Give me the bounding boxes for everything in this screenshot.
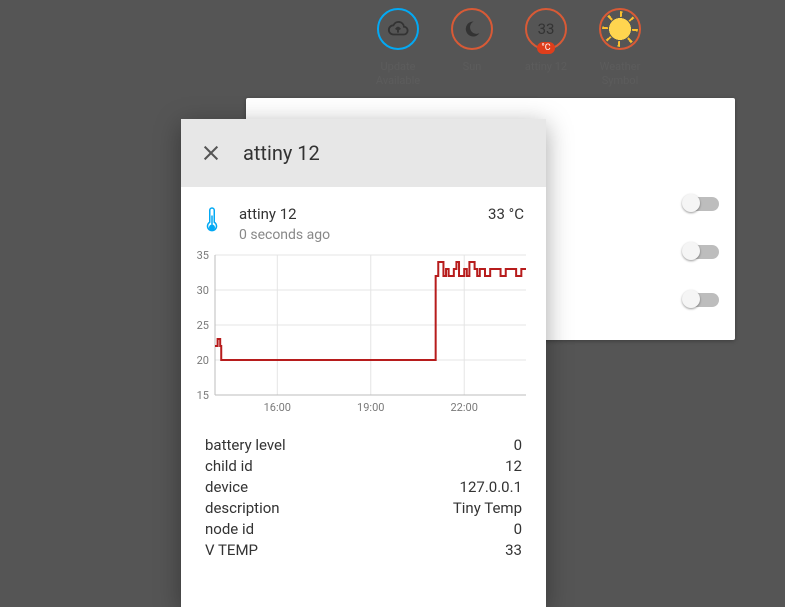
sensor-value: 33 °C xyxy=(488,205,524,223)
badge-label: Sun xyxy=(463,60,482,74)
badge-value: 33 xyxy=(538,20,555,38)
attr-row: node id 0 xyxy=(205,519,522,540)
badge-label: attiny 12 xyxy=(525,60,567,74)
attr-value: 33 xyxy=(505,540,522,561)
attr-value: 0 xyxy=(514,519,522,540)
attributes-table: battery level 0 child id 12 device 127.0.0.… xyxy=(181,419,546,561)
attr-row: V TEMP 33 xyxy=(205,540,522,561)
badge-unit-pill: °C xyxy=(537,42,554,54)
dialog-title: attiny 12 xyxy=(243,141,320,165)
toggle-switch[interactable] xyxy=(683,292,719,308)
sun-icon xyxy=(606,15,634,43)
chart-svg: 15 20 25 30 35 16:00 19:00 22:00 xyxy=(185,249,532,419)
close-icon[interactable] xyxy=(201,143,221,163)
svg-text:30: 30 xyxy=(197,284,209,297)
badge-label: Update Available xyxy=(376,60,420,88)
thermometer-icon xyxy=(203,205,221,235)
attr-key: description xyxy=(205,498,280,519)
cloud-upload-icon xyxy=(387,18,409,40)
dialog-header: attiny 12 xyxy=(181,119,546,187)
attr-row: description Tiny Temp xyxy=(205,498,522,519)
attr-value: 0 xyxy=(514,435,522,456)
attr-key: child id xyxy=(205,456,253,477)
badge-weather[interactable]: Weather Symbol xyxy=(592,8,648,88)
badge-sun-state[interactable]: Sun xyxy=(444,8,500,88)
attr-key: battery level xyxy=(205,435,286,456)
history-chart: 15 20 25 30 35 16:00 19:00 22:00 xyxy=(181,249,546,419)
sensor-age: 0 seconds ago xyxy=(239,227,470,243)
badge-row: Update Available Sun 33 °C attiny 12 Wea… xyxy=(370,8,648,88)
badge-attiny[interactable]: 33 °C attiny 12 xyxy=(518,8,574,88)
sensor-summary: attiny 12 0 seconds ago 33 °C xyxy=(181,187,546,249)
attr-value: 127.0.0.1 xyxy=(460,477,522,498)
svg-text:20: 20 xyxy=(197,354,209,367)
attr-key: device xyxy=(205,477,248,498)
svg-text:35: 35 xyxy=(197,249,209,262)
svg-text:15: 15 xyxy=(197,389,209,402)
moon-icon xyxy=(462,19,482,39)
toggle-switch[interactable] xyxy=(683,244,719,260)
attr-row: child id 12 xyxy=(205,456,522,477)
attr-key: V TEMP xyxy=(205,540,258,561)
attr-key: node id xyxy=(205,519,254,540)
attr-value: 12 xyxy=(505,456,522,477)
more-info-dialog: attiny 12 attiny 12 0 seconds ago 33 °C … xyxy=(181,119,546,607)
badge-update[interactable]: Update Available xyxy=(370,8,426,88)
svg-text:16:00: 16:00 xyxy=(264,401,291,414)
attr-value: Tiny Temp xyxy=(453,498,522,519)
sensor-name: attiny 12 xyxy=(239,205,470,223)
svg-text:22:00: 22:00 xyxy=(451,401,478,414)
svg-text:19:00: 19:00 xyxy=(357,401,384,414)
attr-row: device 127.0.0.1 xyxy=(205,477,522,498)
attr-row: battery level 0 xyxy=(205,435,522,456)
badge-label: Weather Symbol xyxy=(600,60,641,88)
svg-text:25: 25 xyxy=(197,319,209,332)
toggle-switch[interactable] xyxy=(683,196,719,212)
